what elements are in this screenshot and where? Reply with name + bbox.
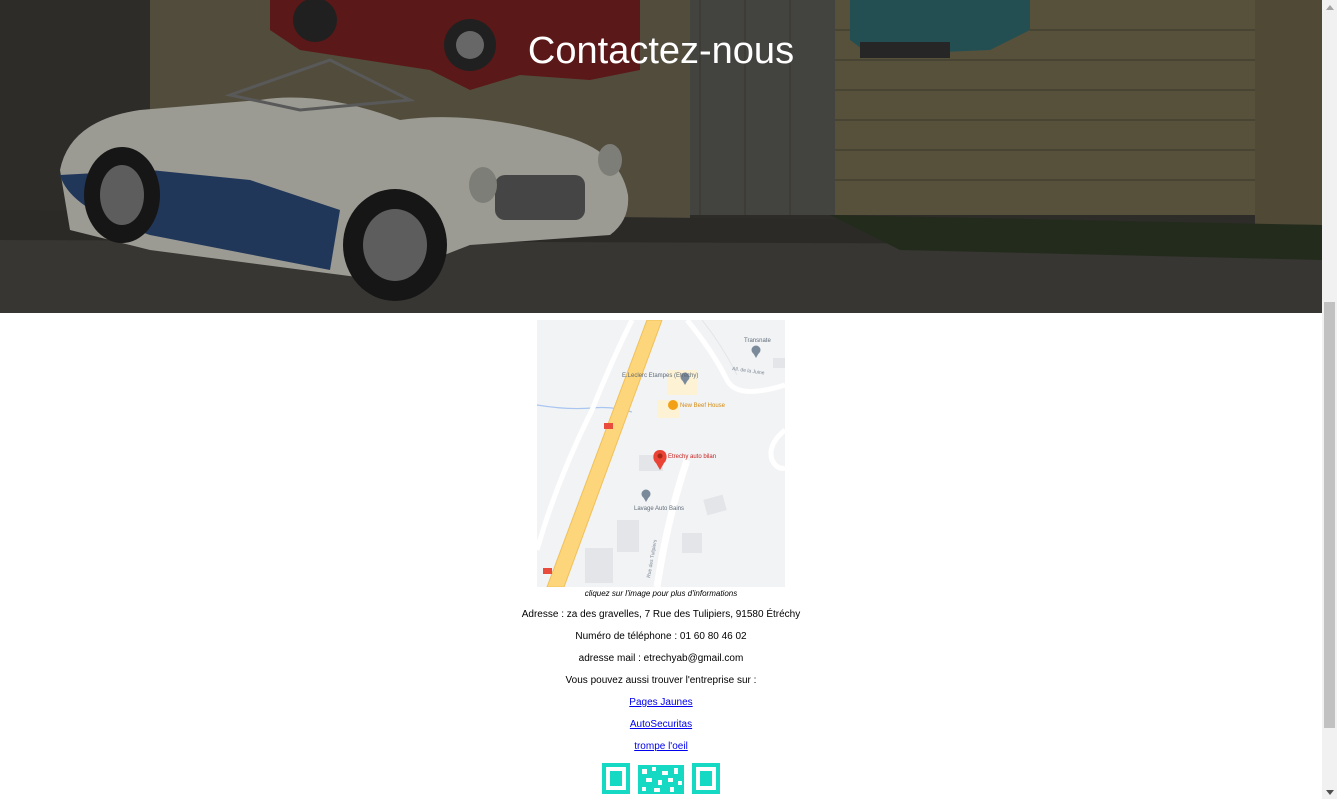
find-us-text: Vous pouvez aussi trouver l'entreprise s… [565,675,757,686]
scroll-up-arrow-icon[interactable] [1322,0,1337,14]
email-text: adresse mail : etrechyab@gmail.com [578,653,744,664]
link-item: Pages Jaunes [0,697,1322,708]
phone-text: Numéro de téléphone : 01 60 80 46 02 [575,631,747,642]
page: Contactez-nous Transnate E.Leclerc Etamp… [0,0,1322,799]
map-label-lavage: Lavage Auto Bains [634,506,684,512]
link-item: AutoSecuritas [0,719,1322,730]
page-title: Contactez-nous [527,30,795,72]
trompe-loeil-link[interactable]: trompe l'oeil [634,741,688,752]
autosecuritas-link[interactable]: AutoSecuritas [630,719,692,730]
vertical-scrollbar[interactable] [1322,0,1337,799]
map-label-business: Etrechy auto bilan [668,454,716,460]
map-caption: cliquez sur l'image pour plus d'informat… [584,589,738,598]
link-item: trompe l'oeil [0,741,1322,752]
map-label-transnate: Transnate [744,338,771,344]
pages-jaunes-link[interactable]: Pages Jaunes [629,697,692,708]
location-map[interactable]: Transnate E.Leclerc Etampes (Etréchy) Ne… [537,320,785,587]
contact-section: Transnate E.Leclerc Etampes (Etréchy) Ne… [0,320,1322,794]
address-text: Adresse : za des gravelles, 7 Rue des Tu… [521,609,801,620]
map-label-leclerc: E.Leclerc Etampes (Etréchy) [622,373,698,379]
hero-banner: Contactez-nous [0,0,1322,313]
map-label-restaurant: New Beef House [680,403,726,409]
qr-code-image [602,763,720,794]
scroll-down-arrow-icon[interactable] [1322,785,1337,799]
scroll-thumb[interactable] [1324,302,1335,728]
